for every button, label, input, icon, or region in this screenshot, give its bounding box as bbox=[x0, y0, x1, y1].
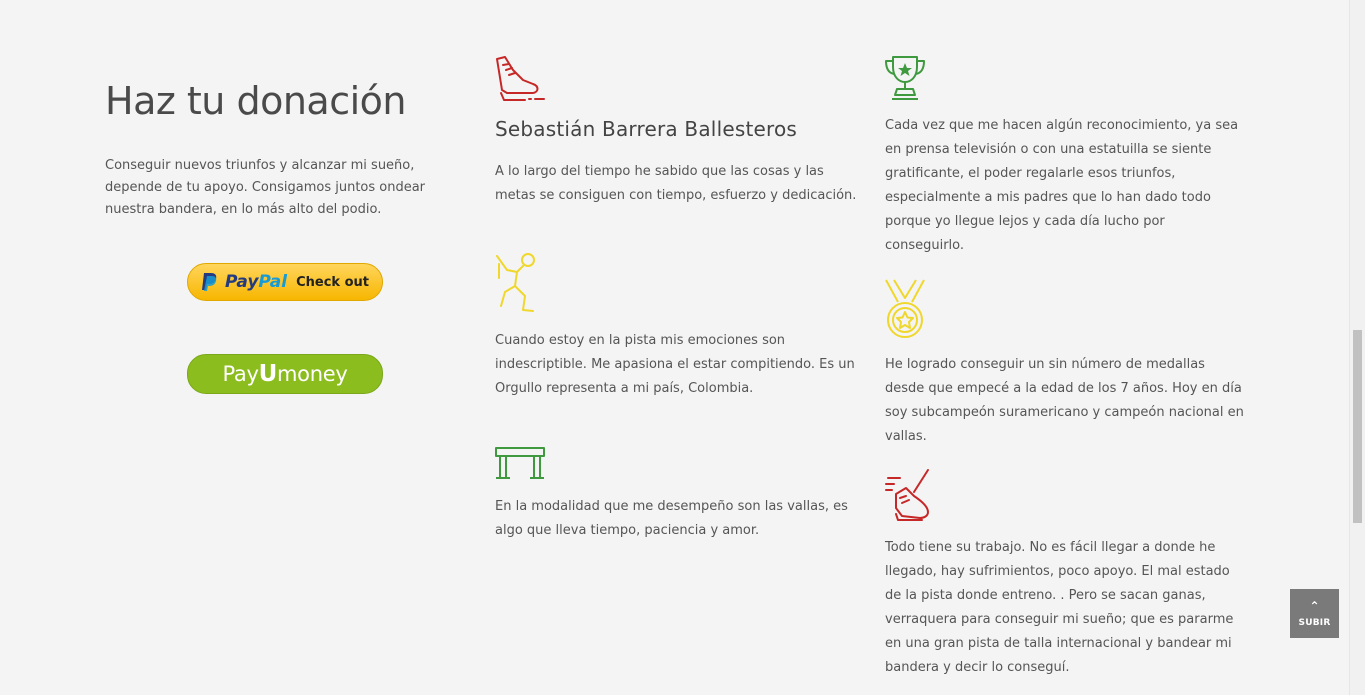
payumoney-logo: PayUmoney bbox=[223, 361, 348, 387]
feature-text: Todo tiene su trabajo. No es fácil llega… bbox=[885, 540, 1234, 675]
trophy-icon bbox=[885, 56, 925, 100]
donation-section: Haz tu donación Conseguir nuevos triunfo… bbox=[105, 74, 465, 221]
feature-text: Cada vez que me hacen algún reconocimien… bbox=[885, 118, 1239, 253]
feature-text: En la modalidad que me desempeño son las… bbox=[495, 499, 848, 538]
payu-logo-pay: Pay bbox=[222, 362, 259, 386]
feature-text: Cuando estoy en la pista mis emociones s… bbox=[495, 333, 855, 396]
back-to-top-label: SUBIR bbox=[1298, 617, 1331, 628]
running-shoe-icon bbox=[496, 56, 545, 101]
paypal-logo-pal: Pal bbox=[258, 272, 288, 292]
back-to-top-button[interactable]: ⌃ SUBIR bbox=[1290, 589, 1339, 638]
chevron-up-icon: ⌃ bbox=[1309, 598, 1320, 613]
donation-intro: Conseguir nuevos triunfos y alcanzar mi … bbox=[105, 158, 426, 217]
payu-logo-u: U bbox=[258, 361, 278, 387]
scrollbar[interactable] bbox=[1349, 0, 1365, 695]
feature-text: A lo largo del tiempo he sabido que las … bbox=[495, 164, 857, 203]
paypal-logo: PayPal bbox=[225, 272, 287, 292]
hurdle-icon bbox=[495, 447, 545, 479]
paypal-check-out-label: Check out bbox=[296, 274, 369, 290]
payu-logo-money: money bbox=[277, 362, 348, 386]
running-shoe-speed-icon bbox=[885, 469, 929, 521]
scrollbar-thumb[interactable] bbox=[1353, 330, 1362, 523]
paypal-checkout-button[interactable]: PayPal Check out bbox=[187, 263, 383, 301]
feature-text: He logrado conseguir un sin número de me… bbox=[885, 357, 1244, 444]
athlete-jump-icon bbox=[496, 253, 535, 312]
medal-icon bbox=[885, 279, 925, 338]
paypal-icon bbox=[202, 273, 217, 291]
feature-title: Sebastián Barrera Ballesteros bbox=[495, 117, 798, 141]
payumoney-button[interactable]: PayUmoney bbox=[187, 354, 383, 394]
page-title: Haz tu donación bbox=[105, 79, 406, 123]
paypal-logo-pay: Pay bbox=[225, 272, 259, 292]
